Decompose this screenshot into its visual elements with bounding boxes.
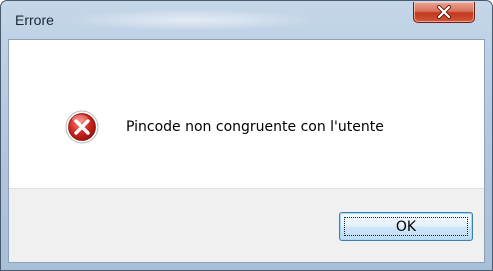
title-bar[interactable]: Errore [1,1,492,39]
ok-button[interactable]: OK [339,212,473,241]
error-icon [65,110,99,144]
message-area: Pincode non congruente con l'utente [9,40,484,188]
dialog-body: Pincode non congruente con l'utente OK [8,39,485,263]
error-dialog-window: Errore Pincode non congruente con l'uten… [0,0,493,271]
error-message: Pincode non congruente con l'utente [126,119,384,135]
ok-button-label: OK [395,218,417,235]
close-button[interactable] [413,2,475,23]
window-title: Errore [15,12,54,28]
close-icon [437,5,451,19]
button-footer: OK [9,188,484,262]
